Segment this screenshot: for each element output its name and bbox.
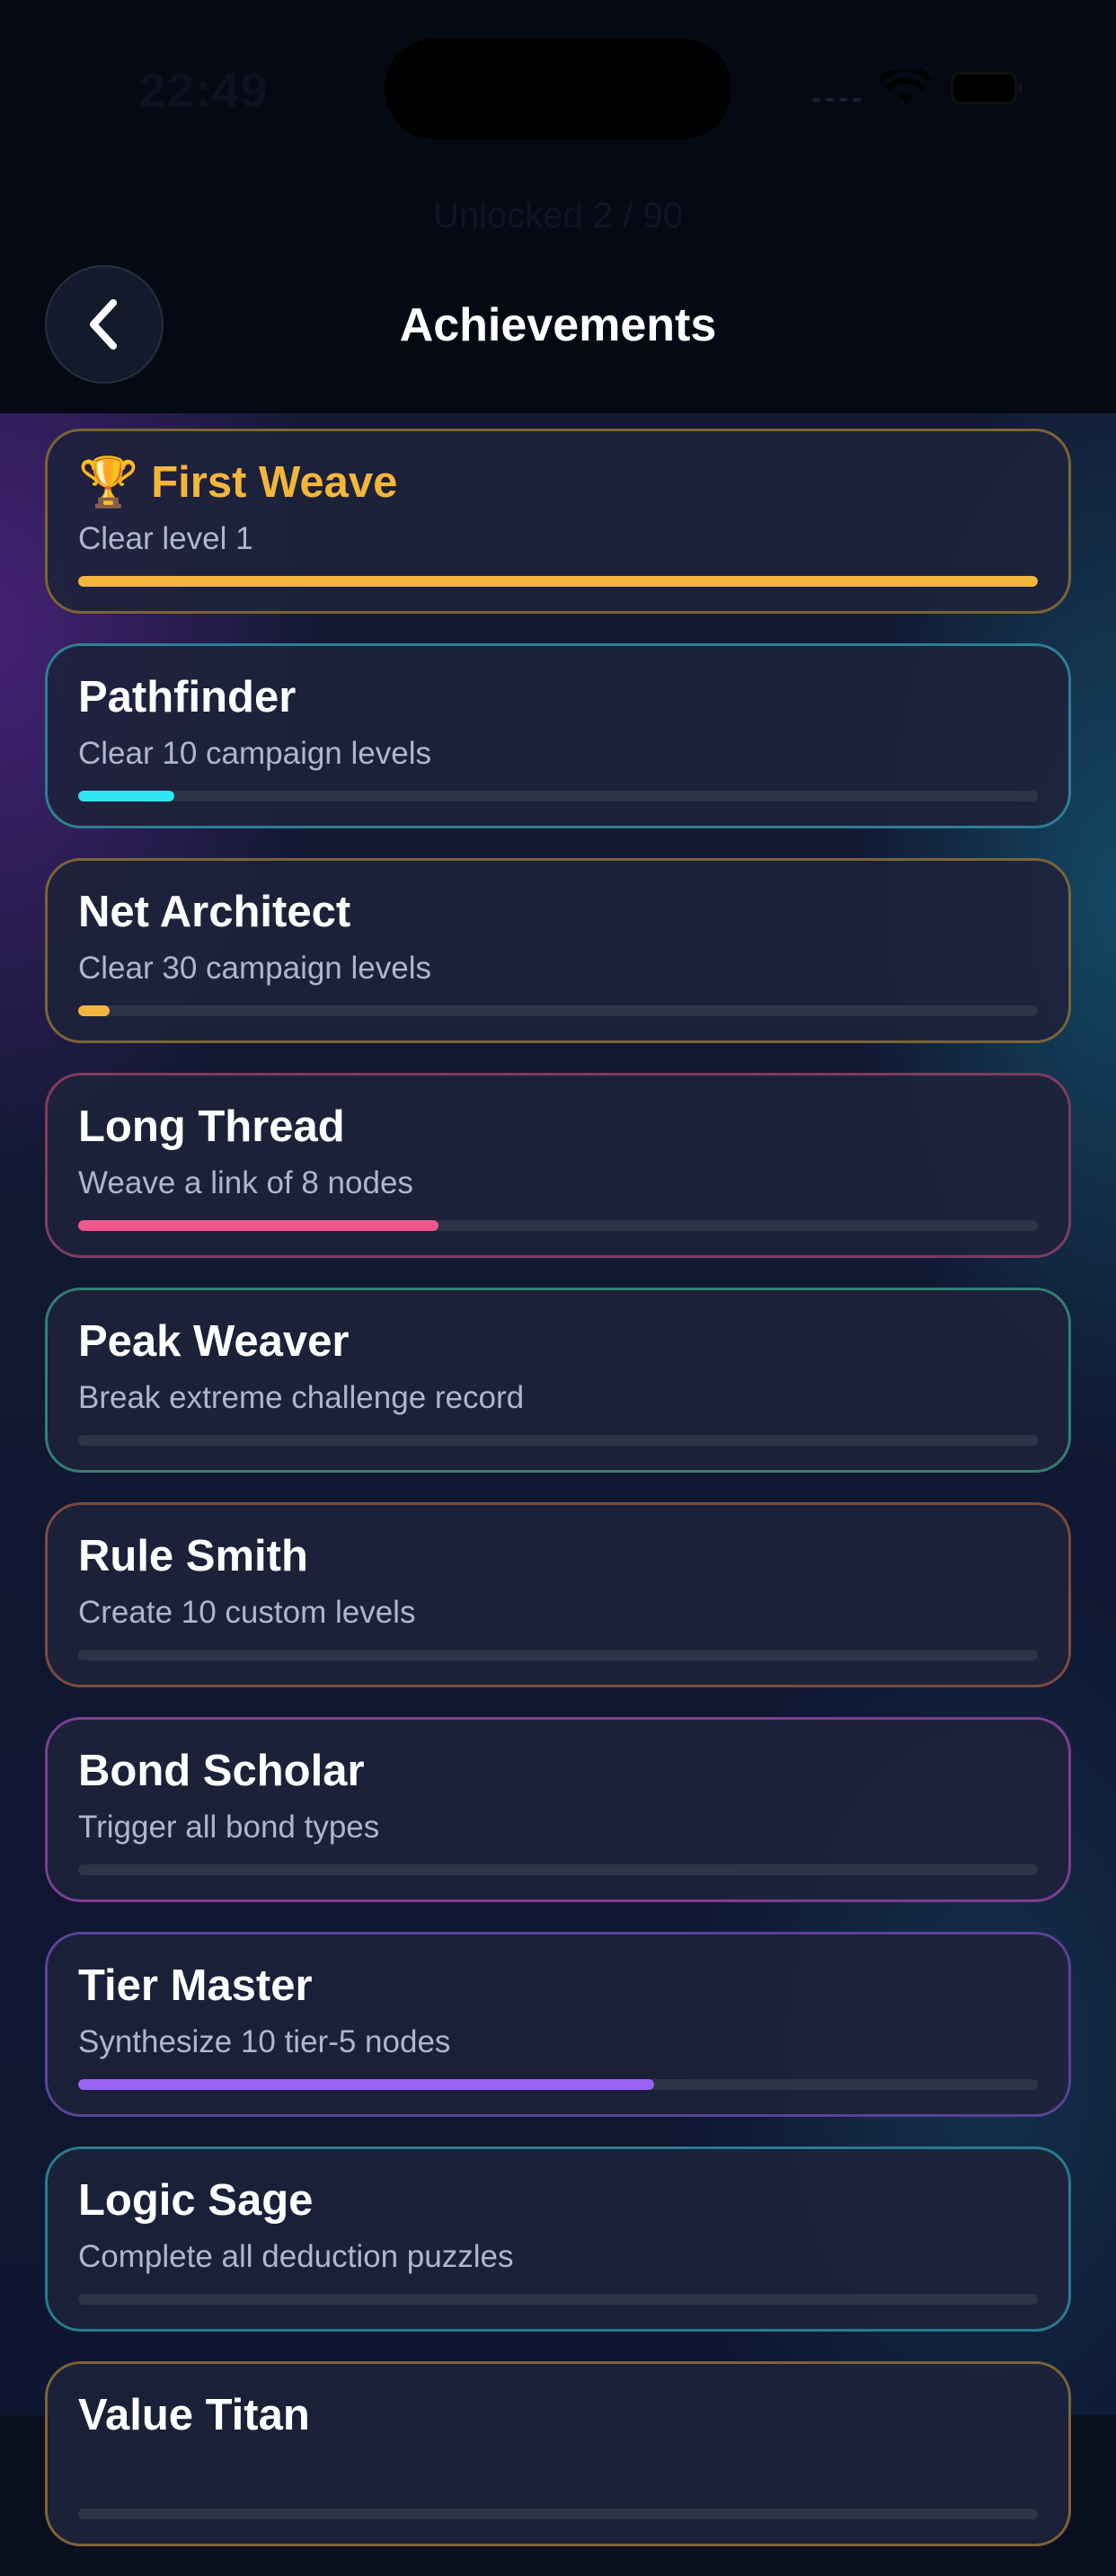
progress-track — [78, 1005, 1038, 1016]
achievement-title: Rule Smith — [78, 1532, 308, 1580]
status-time: 22:49 — [139, 64, 269, 118]
achievement-title-row: Net Architect — [78, 884, 1038, 940]
achievement-title-row: Value Titan — [78, 2387, 1038, 2443]
achievement-description: Break extreme challenge record — [78, 1380, 525, 1415]
achievement-title: Bond Scholar — [78, 1747, 365, 1795]
achievement-description: Weave a link of 8 nodes — [78, 1165, 413, 1200]
achievement-title: First Weave — [151, 458, 398, 507]
achievement-title-row: Bond Scholar — [78, 1743, 1038, 1799]
achievement-title-row: Pathfinder — [78, 669, 1038, 725]
achievement-title-row: Peak Weaver — [78, 1314, 1038, 1369]
achievement-card[interactable]: Logic Sage Complete all deduction puzzles — [45, 2147, 1071, 2332]
cellular-signal-icon — [812, 75, 861, 102]
unlocked-count: Unlocked 2 / 90 — [433, 196, 683, 235]
achievement-description: Create 10 custom levels — [78, 1595, 416, 1630]
achievement-card[interactable]: Value Titan — [45, 2361, 1071, 2546]
achievement-description — [78, 2452, 1038, 2492]
achievement-description: Clear 10 campaign levels — [78, 736, 431, 771]
achievement-title-row: 🏆 First Weave — [78, 455, 1038, 510]
achievement-list: 🏆 First Weave Clear level 1 Pathfinder Clear… — [45, 429, 1071, 2576]
achievement-title: Peak Weaver — [78, 1317, 350, 1366]
achievement-card[interactable]: Tier Master Synthesize 10 tier-5 nodes — [45, 1932, 1071, 2117]
achievement-title: Pathfinder — [78, 673, 297, 721]
achievement-card[interactable]: Rule Smith Create 10 custom levels — [45, 1502, 1071, 1687]
achievement-title-row: Rule Smith — [78, 1528, 1038, 1584]
trophy-icon: 🏆 — [78, 456, 139, 509]
progress-track — [78, 1220, 1038, 1231]
achievement-description: Clear 30 campaign levels — [78, 951, 431, 986]
progress-track — [78, 1864, 1038, 1875]
achievement-card[interactable]: 🏆 First Weave Clear level 1 — [45, 429, 1071, 614]
achievement-title-row: Long Thread — [78, 1099, 1038, 1155]
achievement-card[interactable]: Bond Scholar Trigger all bond types — [45, 1717, 1071, 1902]
navigation-header: 22:49 Unlocked 2 / 90 Achievements — [0, 0, 1116, 413]
achievement-title-row: Tier Master — [78, 1958, 1038, 2014]
progress-track — [78, 2079, 1038, 2090]
dynamic-island — [385, 39, 731, 139]
progress-fill — [78, 1005, 111, 1016]
achievement-card[interactable]: Pathfinder Clear 10 campaign levels — [45, 643, 1071, 828]
page-title: Achievements — [399, 299, 717, 351]
progress-track — [78, 2509, 1038, 2519]
achievement-description: Complete all deduction puzzles — [78, 2239, 514, 2274]
achievement-description: Trigger all bond types — [78, 1810, 380, 1845]
achievement-title: Value Titan — [78, 2391, 310, 2439]
achievement-title: Logic Sage — [78, 2176, 314, 2225]
progress-fill — [78, 576, 1038, 587]
status-icons — [812, 70, 1023, 106]
achievement-card[interactable]: Long Thread Weave a link of 8 nodes — [45, 1073, 1071, 1258]
battery-icon — [951, 72, 1023, 104]
progress-track — [78, 1650, 1038, 1660]
achievement-description: Synthesize 10 tier-5 nodes — [78, 2024, 451, 2059]
achievement-title: Tier Master — [78, 1961, 313, 2010]
achievement-card[interactable]: Peak Weaver Break extreme challenge recor… — [45, 1288, 1071, 1473]
progress-fill — [78, 791, 174, 801]
progress-track — [78, 2294, 1038, 2305]
progress-fill — [78, 2079, 654, 2090]
achievement-title: Long Thread — [78, 1102, 345, 1151]
achievement-title-row: Logic Sage — [78, 2173, 1038, 2228]
progress-track — [78, 791, 1038, 801]
achievement-description: Clear level 1 — [78, 521, 253, 556]
achievement-title: Net Architect — [78, 888, 351, 936]
progress-track — [78, 1435, 1038, 1446]
wifi-icon — [881, 70, 931, 104]
achievement-card[interactable]: Net Architect Clear 30 campaign levels — [45, 858, 1071, 1043]
progress-track — [78, 576, 1038, 587]
progress-fill — [78, 1220, 438, 1231]
